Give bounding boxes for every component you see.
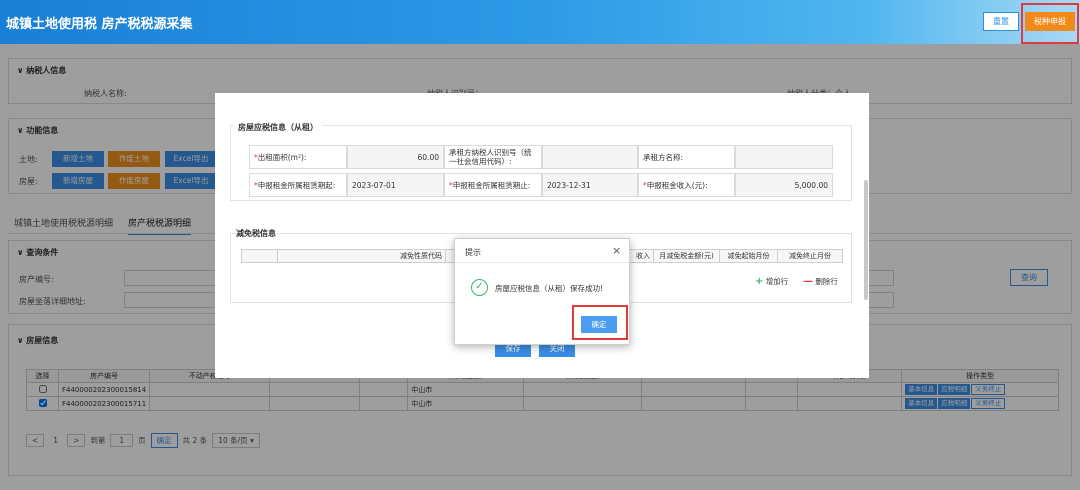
dialog-message: 房屋应税信息（从租）保存成功! (495, 284, 604, 293)
rent-area-label: 出租面积(m²): (257, 152, 307, 162)
rent-area-input[interactable]: 60.00 (347, 145, 444, 169)
close-icon[interactable]: × (612, 244, 621, 257)
relief-col-start: 减免起始月份 (719, 249, 778, 263)
relief-col-select (241, 249, 278, 263)
relief-section-title: 减免税信息 (236, 229, 276, 238)
dialog-divider (455, 262, 629, 263)
relief-col-amount: 月减免税金额(元) (653, 249, 720, 263)
lessee-id-label: 承租方纳税人识别号（统一社会信用代码）: (444, 145, 542, 169)
add-row-button[interactable]: + 增加行 (755, 276, 788, 287)
rent-start-label: 申报租金所属租赁期起: (257, 180, 336, 190)
lessee-id-input[interactable] (542, 145, 638, 169)
minus-icon: — (803, 276, 813, 287)
relief-col-end: 减免终止月份 (777, 249, 843, 263)
rent-end-input[interactable]: 2023-12-31 (542, 173, 638, 197)
lessee-name-input[interactable] (735, 145, 833, 169)
success-check-icon: ✓ (471, 279, 488, 296)
delete-row-button[interactable]: — 删除行 (803, 276, 838, 287)
ok-highlight-box (572, 305, 628, 340)
page-title: 城镇土地使用税 房产税税源采集 (6, 17, 193, 32)
relief-col-code: 减免性质代码 (277, 249, 446, 263)
submit-highlight-box (1021, 3, 1079, 44)
rent-end-label: 申报租金所属租赁期止: (452, 180, 531, 190)
reset-button[interactable]: 重置 (983, 12, 1019, 31)
modal-scrollbar[interactable] (864, 180, 868, 300)
rent-income-label: 申报租金收入(元): (646, 180, 708, 190)
rent-section-title: 房屋应税信息（从租） (234, 122, 322, 133)
plus-icon: + (755, 276, 764, 287)
dialog-title: 提示 (465, 248, 481, 257)
lessee-name-label: 承租方名称: (638, 145, 735, 169)
app-header: 城镇土地使用税 房产税税源采集 重置 税种申报 (0, 0, 1080, 44)
rent-start-input[interactable]: 2023-07-01 (347, 173, 444, 197)
rent-income-input[interactable]: 5,000.00 (735, 173, 833, 197)
